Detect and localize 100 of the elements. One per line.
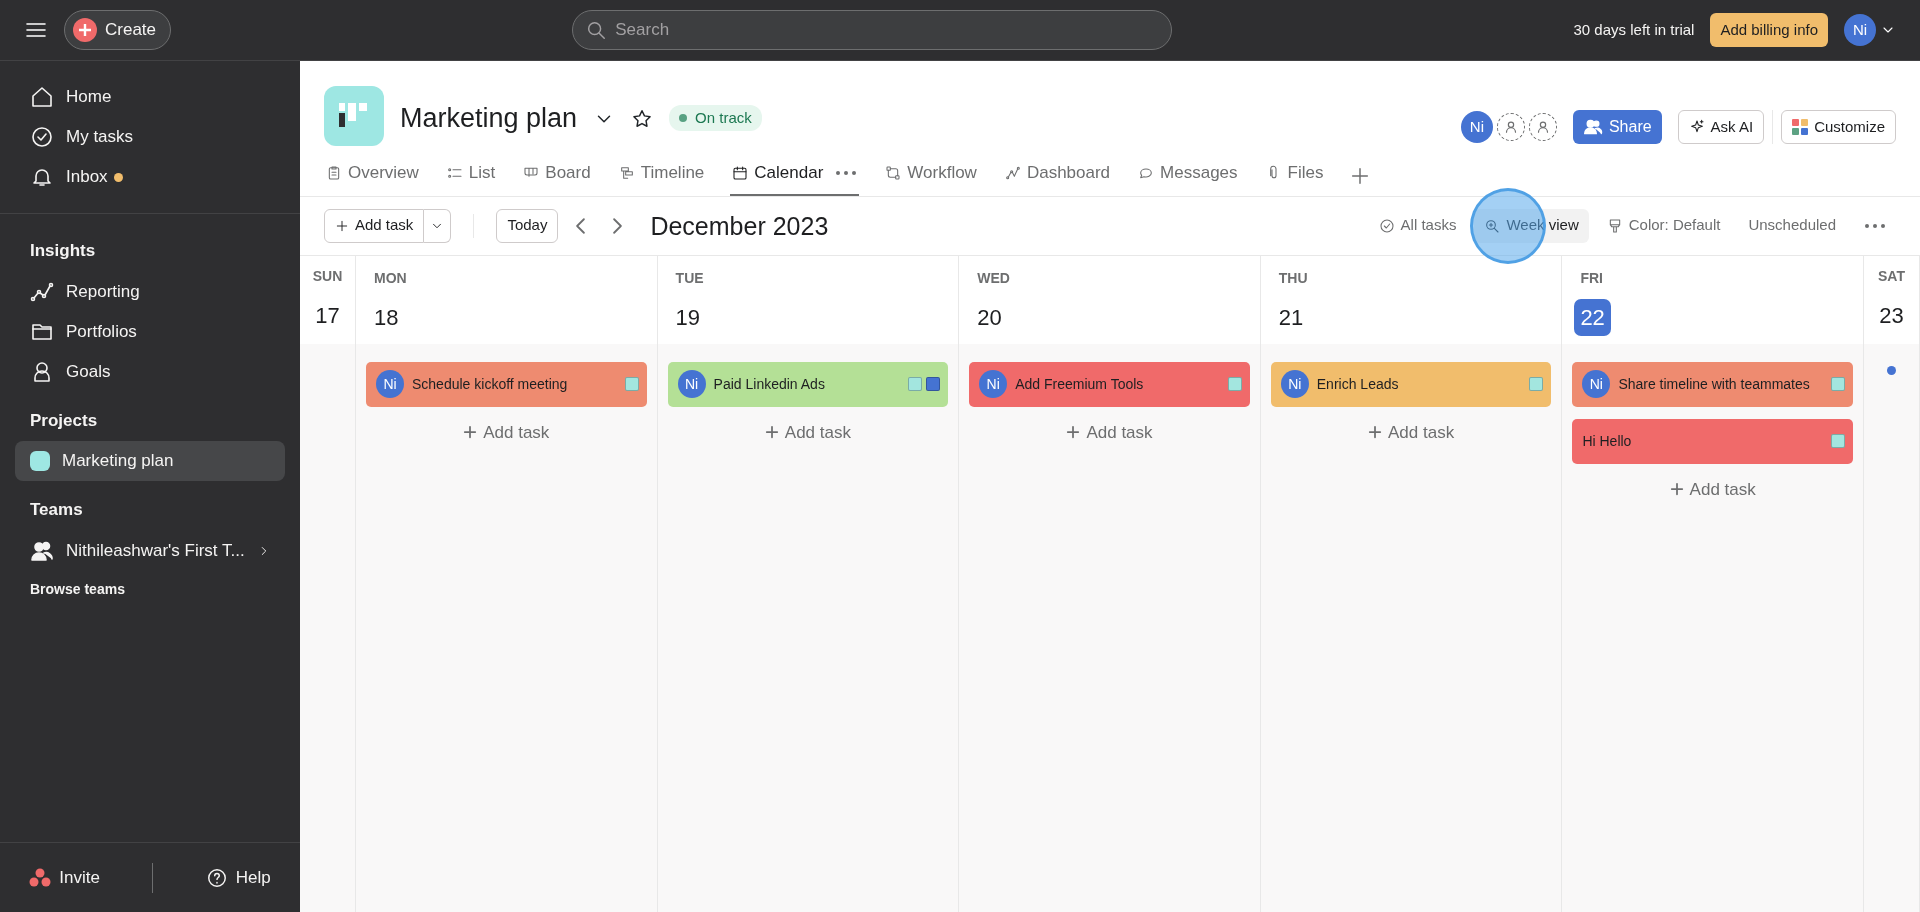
weekday-label: SAT	[1877, 266, 1906, 286]
status-badge[interactable]: On track	[669, 104, 762, 132]
section-heading: Teams	[29, 499, 84, 521]
section-heading: Projects	[29, 409, 99, 432]
add-task-button[interactable]: Add task	[758, 418, 857, 446]
nav-item[interactable]: My tasks	[15, 117, 285, 157]
nav-item[interactable]: Portfolios	[15, 311, 285, 352]
billing-button[interactable]: Add billing info	[1710, 13, 1828, 47]
home-icon	[30, 85, 54, 109]
date-number: 17	[314, 301, 341, 330]
user-avatar: Ni	[1844, 14, 1876, 46]
weekday-label: MON	[374, 268, 408, 288]
view-tab[interactable]: List	[444, 154, 498, 196]
view-tab[interactable]: Workflow	[883, 154, 979, 196]
check-circle-icon	[30, 125, 54, 149]
calendar-icon	[732, 164, 749, 181]
assignee-avatar: Ni	[677, 370, 706, 398]
task-card[interactable]: Ni Paid Linkedin Ads	[667, 361, 949, 407]
search-field[interactable]: Search	[572, 10, 1173, 50]
add-member-button[interactable]	[1496, 113, 1525, 141]
dots-logo-icon	[29, 867, 52, 888]
project-item[interactable]: Marketing plan	[15, 441, 285, 481]
assignee-avatar: Ni	[1582, 370, 1611, 398]
timeline-icon	[618, 164, 635, 181]
assignee-avatar: Ni	[376, 370, 404, 398]
view-tab[interactable]: Files	[1263, 154, 1326, 196]
nav-item[interactable]: Home	[15, 77, 285, 117]
weekday-label: THU	[1278, 268, 1309, 288]
weekday-label: FRI	[1580, 268, 1604, 288]
view-tab[interactable]: Dashboard	[1002, 154, 1113, 196]
add-member-button[interactable]	[1528, 113, 1557, 141]
plus-icon	[1669, 482, 1684, 497]
browse-link[interactable]: Browse teams	[0, 578, 300, 600]
date-number: 23	[1878, 301, 1905, 330]
weekday-label: TUE	[675, 268, 705, 288]
filter-button[interactable]: All tasks	[1368, 208, 1467, 243]
task-card[interactable]: Ni Add Freemium Tools	[969, 361, 1250, 407]
plus-icon	[1066, 425, 1081, 440]
nav-item[interactable]: Reporting	[15, 271, 285, 312]
chart-icon	[1004, 164, 1021, 181]
month-title: December 2023	[650, 210, 829, 241]
create-button[interactable]: Create	[64, 10, 172, 50]
unscheduled-button[interactable]: Unscheduled	[1738, 208, 1846, 243]
nav-item[interactable]: Goals	[15, 351, 285, 392]
view-tab[interactable]: Messages	[1136, 154, 1240, 196]
assignee-avatar: Ni	[1280, 370, 1309, 398]
today-button[interactable]: Today	[496, 208, 559, 243]
chevron-right-icon	[613, 216, 623, 235]
add-task-button[interactable]: Add task	[324, 208, 425, 243]
task-card[interactable]: Ni Schedule kickoff meeting	[366, 361, 647, 407]
add-task-button[interactable]: Add task	[1060, 418, 1159, 446]
grid-icon	[1792, 119, 1809, 135]
assignee-avatar: Ni	[979, 370, 1008, 398]
color-button[interactable]: Color: Default	[1596, 208, 1731, 243]
help-icon	[205, 866, 228, 889]
zoom-icon	[1484, 217, 1501, 234]
chevron-left-icon	[576, 216, 586, 235]
week-view-button[interactable]: Week view	[1474, 208, 1589, 243]
date-number: 18	[373, 303, 400, 332]
plus-icon	[335, 218, 349, 233]
view-tab[interactable]: Overview	[324, 154, 421, 196]
date-number: 21	[1277, 303, 1305, 332]
weekday-label: WED	[977, 268, 1011, 288]
task-card[interactable]: Ni Enrich Leads	[1270, 361, 1552, 407]
date-number: 20	[976, 303, 1003, 332]
nav-item[interactable]: Nithileashwar's First T...	[15, 530, 285, 571]
trial-notice: 30 days left in trial	[1573, 19, 1695, 40]
date-number: 19	[674, 303, 702, 332]
view-tab[interactable]: Timeline	[616, 154, 707, 196]
project-title: Marketing plan	[400, 102, 578, 135]
view-tab[interactable]: Board	[521, 154, 593, 196]
date-number: 22	[1574, 298, 1611, 336]
people-icon	[1582, 117, 1603, 137]
customize-button[interactable]: Customize	[1781, 110, 1896, 144]
add-task-button[interactable]: Add task	[1663, 475, 1762, 503]
weekday-label: SUN	[311, 266, 344, 286]
more-icon[interactable]	[835, 169, 858, 176]
add-task-button[interactable]: Add task	[457, 418, 556, 446]
sparkle-icon	[1688, 119, 1705, 135]
check-circle-icon	[1378, 217, 1395, 234]
project-logo-icon	[339, 103, 369, 129]
plus-icon	[764, 425, 779, 440]
invite-button[interactable]: Invite	[23, 863, 106, 892]
ask-ai-button[interactable]: Ask AI	[1677, 110, 1765, 144]
workflow-icon	[885, 164, 902, 181]
section-heading: Insights	[29, 240, 97, 262]
nav-item[interactable]: Inbox	[15, 157, 285, 197]
add-task-button[interactable]: Add task	[1362, 418, 1461, 446]
project-color-icon	[30, 451, 50, 471]
view-tab[interactable]: Calendar	[730, 154, 860, 196]
more-icon[interactable]	[1864, 222, 1886, 229]
member-avatar[interactable]: Ni	[1460, 111, 1493, 143]
task-card[interactable]: Hi Hello	[1572, 418, 1853, 464]
plus-icon	[1368, 425, 1382, 440]
star-icon	[631, 107, 654, 130]
share-button[interactable]: Share	[1572, 110, 1662, 144]
help-button[interactable]: Help	[199, 863, 277, 892]
task-card[interactable]: Ni Share timeline with teammates	[1572, 361, 1853, 407]
plus-icon	[73, 18, 97, 42]
account-button[interactable]: Ni	[1844, 14, 1896, 46]
